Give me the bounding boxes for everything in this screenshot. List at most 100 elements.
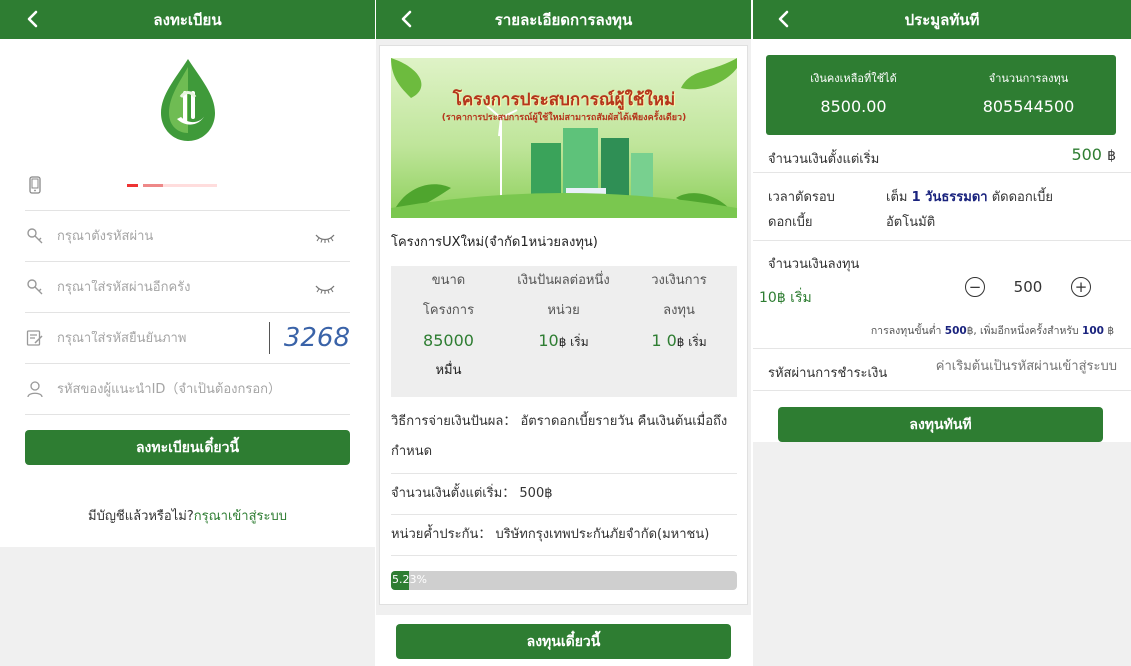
confirm-password-input[interactable] <box>57 279 314 295</box>
stat-value: 85000 <box>423 331 474 350</box>
amount-rule: การลงทุนขั้นต่ำ 500฿, เพิ่มอีกหนึ่งครั้ง… <box>871 322 1114 339</box>
phone-value-redacted <box>127 183 217 187</box>
amount-stepper[interactable]: − 500 + <box>965 277 1091 297</box>
login-link[interactable]: กรุณาเข้าสู่ระบบ <box>194 509 287 524</box>
stat-label: ขนาด <box>431 273 466 288</box>
stat-unit: ฿ เริ่ม <box>676 335 707 349</box>
invest-count-value: 805544500 <box>982 97 1075 116</box>
invest-now-button[interactable]: ลงทุนเดี๋ยวนี้ <box>396 624 731 659</box>
cutoff-value: เต็ม 1 วันธรรมดา ตัดดอกเบี้ย อัตโนมัติ <box>886 185 1121 235</box>
user-icon <box>25 379 45 399</box>
stat-label: หน่วย <box>547 303 580 318</box>
amount-min-hint: 10฿ เริ่ม <box>759 290 812 306</box>
rule-text: ฿ <box>1107 325 1114 337</box>
bid-panel: ประมูลทันที เงินคงเหลือที่ใช้ได้ 8500.00… <box>753 0 1131 666</box>
referrer-field[interactable] <box>25 364 350 415</box>
start-amount-row: จำนวนเงินตั้งแต่เริ่ม 500 ฿ <box>753 139 1131 173</box>
login-prompt-text: มีบัญชีแล้วหรือไม่? <box>88 509 194 524</box>
cutoff-label: ดอกเบี้ย <box>768 215 813 230</box>
stat-label: วงเงินการ <box>651 273 707 288</box>
investment-count: จำนวนการลงทุน 805544500 <box>941 69 1116 116</box>
amount-row: จำนวนเงินลงทุน 10฿ เริ่ม − 500 + การลงทุ… <box>753 241 1131 349</box>
stat-unit: หมื่น <box>435 363 462 378</box>
plus-icon[interactable]: + <box>1071 277 1091 297</box>
password-field[interactable] <box>25 211 350 262</box>
back-arrow-icon[interactable] <box>22 8 44 30</box>
eye-closed-icon[interactable] <box>314 280 336 294</box>
cutoff-highlight: 1 วันธรรมดา <box>911 190 988 205</box>
project-title: โครงการUXใหม่(จำกัด1หน่วยลงทุน) <box>391 235 598 250</box>
stat-label: โครงการ <box>422 303 475 318</box>
project-stats: ขนาด โครงการ 85000 หมื่น เงินปันผลต่อหนึ… <box>391 266 737 397</box>
rule-step: 100 <box>1082 325 1104 337</box>
payment-password-input[interactable] <box>921 359 1117 374</box>
cutoff-suffix: ตัดดอกเบี้ย <box>991 190 1054 205</box>
rule-text: การลงทุนขั้นต่ำ <box>870 325 942 337</box>
key-icon <box>25 226 45 246</box>
referrer-input[interactable] <box>57 381 350 397</box>
confirm-password-field[interactable] <box>25 262 350 313</box>
rule-min: 500 <box>944 325 967 337</box>
stat-label: เงินปันผลต่อหนึ่ง <box>517 273 610 288</box>
currency-symbol: ฿ <box>1107 148 1116 164</box>
stat-dividend: เงินปันผลต่อหนึ่ง หน่วย 10฿ เริ่ม <box>506 266 621 357</box>
stat-value: 1 0 <box>651 331 677 350</box>
cutoff-prefix: เต็ม <box>886 190 908 205</box>
divider <box>391 555 737 556</box>
phone-field[interactable] <box>25 160 350 211</box>
balance-value: 8500.00 <box>820 97 887 116</box>
banner-headline: โครงการประสบการณ์ผู้ใช้ใหม่ <box>452 90 676 110</box>
detail-header: รายละเอียดการลงทุน <box>376 0 751 39</box>
captcha-input[interactable] <box>57 330 269 346</box>
register-form: 3268 ลงทะเบียนเดี๋ยวนี้ มีบัญชีแล้วหรือไ… <box>0 39 375 547</box>
payment-password-label: รหัสผ่านการชำระเงิน <box>768 366 888 381</box>
brand-logo <box>155 57 221 143</box>
rule-text: ฿, เพิ่มอีกหนึ่งครั้งสำหรับ <box>966 325 1079 337</box>
project-card: โครงการประสบการณ์ผู้ใช้ใหม่ (ราคาการประส… <box>379 45 748 605</box>
back-arrow-icon[interactable] <box>773 8 795 30</box>
available-balance: เงินคงเหลือที่ใช้ได้ 8500.00 <box>766 69 941 116</box>
cutoff-label: เวลาตัดรอบ <box>768 190 835 205</box>
cutoff-row: เวลาตัดรอบ ดอกเบี้ย เต็ม 1 วันธรรมดา ตัด… <box>753 173 1131 241</box>
min-amount: จำนวนเงินตั้งแต่เริ่ม： 500฿ <box>391 473 737 509</box>
back-arrow-icon[interactable] <box>396 8 418 30</box>
payout-method: วิธีการจ่ายเงินปันผล： อัตราดอกเบี้ยรายวั… <box>391 414 728 459</box>
balance-label: เงินคงเหลือที่ใช้ได้ <box>810 72 897 85</box>
register-button[interactable]: ลงทะเบียนเดี๋ยวนี้ <box>25 430 350 465</box>
key-icon <box>25 277 45 297</box>
page-title: ประมูลทันที <box>904 10 980 29</box>
amount-label: จำนวนเงินลงทุน <box>768 257 860 272</box>
captcha-field[interactable]: 3268 <box>25 313 350 364</box>
stat-limit: วงเงินการ ลงทุน 1 0฿ เริ่ม <box>621 266 737 357</box>
stat-unit: ฿ เริ่ม <box>558 335 589 349</box>
eye-closed-icon[interactable] <box>314 229 336 243</box>
page-title: รายละเอียดการลงทุน <box>494 10 633 29</box>
register-header: ลงทะเบียน <box>0 0 375 39</box>
page-title: ลงทะเบียน <box>153 10 222 29</box>
stat-size: ขนาด โครงการ 85000 หมื่น <box>391 266 506 386</box>
stat-label: ลงทุน <box>663 303 695 318</box>
login-prompt: มีบัญชีแล้วหรือไม่?กรุณาเข้าสู่ระบบ <box>0 505 375 526</box>
password-input[interactable] <box>57 228 314 244</box>
register-panel: ลงทะเบียน กรุณาตั้งรหัสผ่าน กรุณาใส่รหัส… <box>0 0 375 666</box>
payment-password-row: รหัสผ่านการชำระเงิน <box>753 349 1131 391</box>
start-amount-label: จำนวนเงินตั้งแต่เริ่ม <box>768 152 880 167</box>
progress-text: 5.23% <box>392 573 427 586</box>
start-amount-value: 500 <box>1071 145 1102 164</box>
phone-icon <box>25 175 45 195</box>
stat-value: 10 <box>538 331 559 350</box>
project-banner: โครงการประสบการณ์ผู้ใช้ใหม่ (ราคาการประส… <box>391 58 737 218</box>
bid-header: ประมูลทันที <box>753 0 1131 39</box>
minus-icon[interactable]: − <box>965 277 985 297</box>
invest-count-label: จำนวนการลงทุน <box>988 72 1069 85</box>
bid-form: เงินคงเหลือที่ใช้ได้ 8500.00 จำนวนการลงท… <box>753 39 1131 442</box>
balance-box: เงินคงเหลือที่ใช้ได้ 8500.00 จำนวนการลงท… <box>766 55 1116 135</box>
cutoff-line2: อัตโนมัติ <box>886 215 936 230</box>
detail-footer: ลงทุนเดี๋ยวนี้ <box>376 615 751 666</box>
guarantor: หน่วยค้ำประกัน： บริษัทกรุงเทพประกันภัยจำ… <box>391 514 737 550</box>
captcha-image[interactable]: 3268 <box>268 322 350 354</box>
submit-invest-button[interactable]: ลงทุนทันที <box>778 407 1103 442</box>
edit-document-icon <box>25 328 45 348</box>
investment-detail-panel: รายละเอียดการลงทุน โครงการประสบการณ์ผู้ใ… <box>376 0 751 666</box>
stepper-value[interactable]: 500 <box>985 278 1071 296</box>
